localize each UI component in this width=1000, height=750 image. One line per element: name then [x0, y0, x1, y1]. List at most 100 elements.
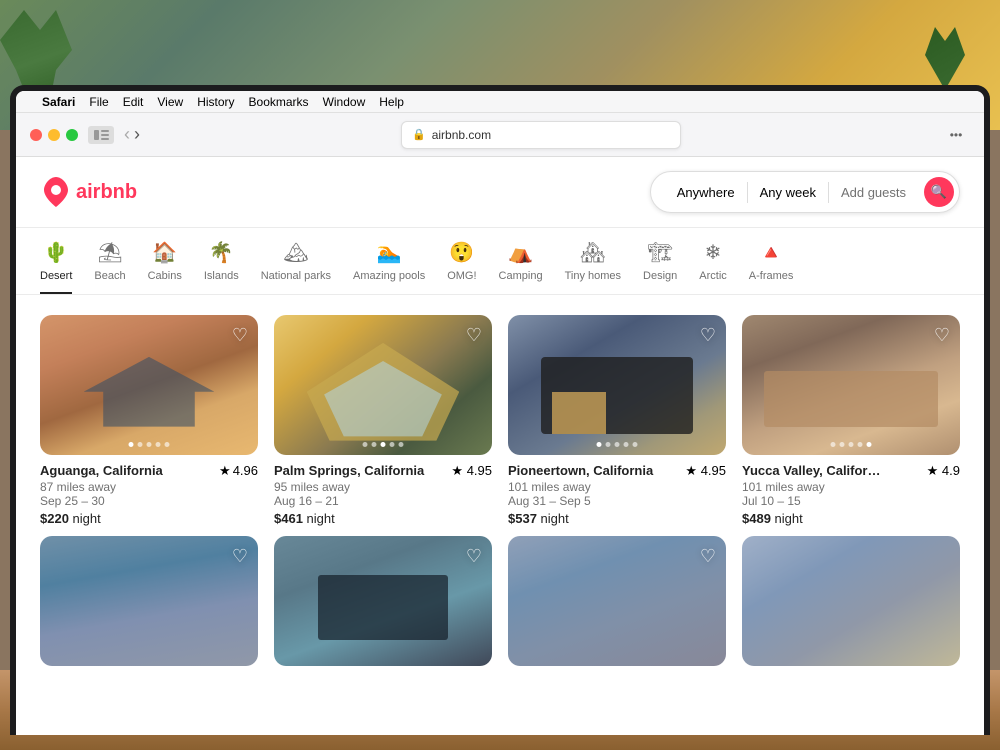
property-location-2: Palm Springs, California — [274, 463, 424, 478]
category-tiny-homes[interactable]: 🏘 Tiny homes — [565, 240, 621, 294]
property-card-6[interactable]: ♡ — [274, 536, 492, 667]
wishlist-btn-4[interactable]: ♡ — [934, 325, 950, 346]
wishlist-btn-6[interactable]: ♡ — [466, 546, 482, 567]
property-card-5[interactable]: ♡ — [40, 536, 258, 667]
tiny-homes-icon: 🏘 — [580, 240, 605, 265]
search-week[interactable]: Any week — [748, 182, 829, 203]
airbnb-logo[interactable]: airbnb — [40, 176, 137, 208]
arctic-icon: ❄ — [705, 240, 722, 265]
safari-menu[interactable]: Safari — [42, 95, 75, 109]
aframes-label: A-frames — [749, 270, 794, 282]
bookmarks-menu[interactable]: Bookmarks — [249, 95, 309, 109]
property-price-3: $537 night — [508, 511, 726, 526]
wishlist-btn-2[interactable]: ♡ — [466, 325, 482, 346]
search-anywhere[interactable]: Anywhere — [665, 182, 748, 203]
property-price-1: $220 night — [40, 511, 258, 526]
desert-icon: 🌵 — [44, 240, 69, 265]
property-card-3[interactable]: ♡ Pioneertown, California ★ 4.95 — [508, 315, 726, 526]
property-card-2[interactable]: ♡ Palm Springs, California ★ 4.95 — [274, 315, 492, 526]
navigation-buttons: ‹ › — [124, 124, 140, 145]
help-menu[interactable]: Help — [379, 95, 404, 109]
category-design[interactable]: 🏗 Design — [643, 240, 677, 294]
browser-menu-btn[interactable]: ••• — [942, 123, 970, 147]
property-location-3: Pioneertown, California — [508, 463, 653, 478]
pools-icon: 🏊 — [377, 240, 402, 265]
property-photo-7 — [508, 536, 726, 667]
window-menu[interactable]: Window — [323, 95, 366, 109]
maximize-button[interactable] — [66, 129, 78, 141]
property-rating-4: ★ 4.9 — [927, 463, 960, 479]
property-info-2: Palm Springs, California ★ 4.95 — [274, 463, 492, 479]
file-menu[interactable]: File — [89, 95, 108, 109]
forward-button[interactable]: › — [134, 124, 140, 145]
property-photo-2 — [274, 315, 492, 455]
national-parks-icon: 🏔 — [283, 240, 308, 265]
islands-icon: 🌴 — [209, 240, 234, 265]
category-aframes[interactable]: 🔺 A-frames — [749, 240, 794, 294]
category-pools[interactable]: 🏊 Amazing pools — [353, 240, 425, 294]
islands-label: Islands — [204, 270, 239, 282]
cabins-icon: 🏠 — [152, 240, 177, 265]
dots-1 — [129, 442, 170, 447]
airbnb-logo-icon — [40, 176, 72, 208]
property-price-4: $489 night — [742, 511, 960, 526]
category-national-parks[interactable]: 🏔 National parks — [261, 240, 331, 294]
search-guests[interactable]: Add guests — [829, 182, 918, 203]
property-distance-3: 101 miles away — [508, 480, 726, 494]
property-grid-row2: ♡ ♡ ♡ — [16, 536, 984, 667]
close-button[interactable] — [30, 129, 42, 141]
property-distance-2: 95 miles away — [274, 480, 492, 494]
property-location-1: Aguanga, California — [40, 463, 163, 478]
property-photo-4 — [742, 315, 960, 455]
property-image-1: ♡ — [40, 315, 258, 455]
category-islands[interactable]: 🌴 Islands — [204, 240, 239, 294]
category-omg[interactable]: 😲 OMG! — [447, 240, 476, 294]
lock-icon: 🔒 — [412, 128, 426, 141]
design-icon: 🏗 — [647, 240, 672, 265]
tiny-homes-label: Tiny homes — [565, 270, 621, 282]
property-dates-3: Aug 31 – Sep 5 — [508, 494, 726, 508]
wishlist-btn-7[interactable]: ♡ — [700, 546, 716, 567]
category-arctic[interactable]: ❄ Arctic — [699, 240, 727, 294]
property-card-1[interactable]: ♡ Aguanga, California ★ 4.96 — [40, 315, 258, 526]
property-photo-1 — [40, 315, 258, 455]
wishlist-btn-1[interactable]: ♡ — [232, 325, 248, 346]
property-image-7: ♡ — [508, 536, 726, 667]
property-card-8[interactable] — [742, 536, 960, 667]
property-info-4: Yucca Valley, Califor… ★ 4.9 — [742, 463, 960, 479]
edit-menu[interactable]: Edit — [123, 95, 144, 109]
category-beach[interactable]: ⛱ Beach — [94, 240, 125, 294]
property-photo-8 — [742, 536, 960, 667]
wishlist-btn-5[interactable]: ♡ — [232, 546, 248, 567]
national-parks-label: National parks — [261, 270, 331, 282]
url-text: airbnb.com — [432, 128, 491, 142]
property-grid-row1: ♡ Aguanga, California ★ 4.96 — [16, 295, 984, 536]
address-bar[interactable]: 🔒 airbnb.com — [401, 121, 681, 149]
property-dates-1: Sep 25 – 30 — [40, 494, 258, 508]
sidebar-toggle[interactable] — [88, 126, 114, 144]
property-photo-6 — [274, 536, 492, 667]
omg-label: OMG! — [447, 270, 476, 282]
category-desert[interactable]: 🌵 Desert — [40, 240, 72, 294]
minimize-button[interactable] — [48, 129, 60, 141]
search-bar: Anywhere Any week Add guests 🔍 — [153, 171, 960, 213]
search-button[interactable]: 🔍 — [924, 177, 954, 207]
property-image-3: ♡ — [508, 315, 726, 455]
laptop-screen: Safari File Edit View History Bookmarks … — [16, 91, 984, 735]
laptop-frame: Safari File Edit View History Bookmarks … — [10, 85, 990, 735]
property-dates-4: Jul 10 – 15 — [742, 494, 960, 508]
wishlist-btn-3[interactable]: ♡ — [700, 325, 716, 346]
dots-2 — [363, 442, 404, 447]
airbnb-header: airbnb Anywhere Any week Add guests 🔍 — [16, 157, 984, 228]
category-camping[interactable]: ⛺ Camping — [499, 240, 543, 294]
aframes-icon: 🔺 — [759, 240, 784, 265]
category-cabins[interactable]: 🏠 Cabins — [148, 240, 182, 294]
property-card-4[interactable]: ♡ Yucca Valley, Califor… ★ 4.9 1 — [742, 315, 960, 526]
beach-label: Beach — [94, 270, 125, 282]
search-pills-container: Anywhere Any week Add guests 🔍 — [650, 171, 960, 213]
history-menu[interactable]: History — [197, 95, 234, 109]
view-menu[interactable]: View — [157, 95, 183, 109]
back-button[interactable]: ‹ — [124, 124, 130, 145]
pools-label: Amazing pools — [353, 270, 425, 282]
property-card-7[interactable]: ♡ — [508, 536, 726, 667]
